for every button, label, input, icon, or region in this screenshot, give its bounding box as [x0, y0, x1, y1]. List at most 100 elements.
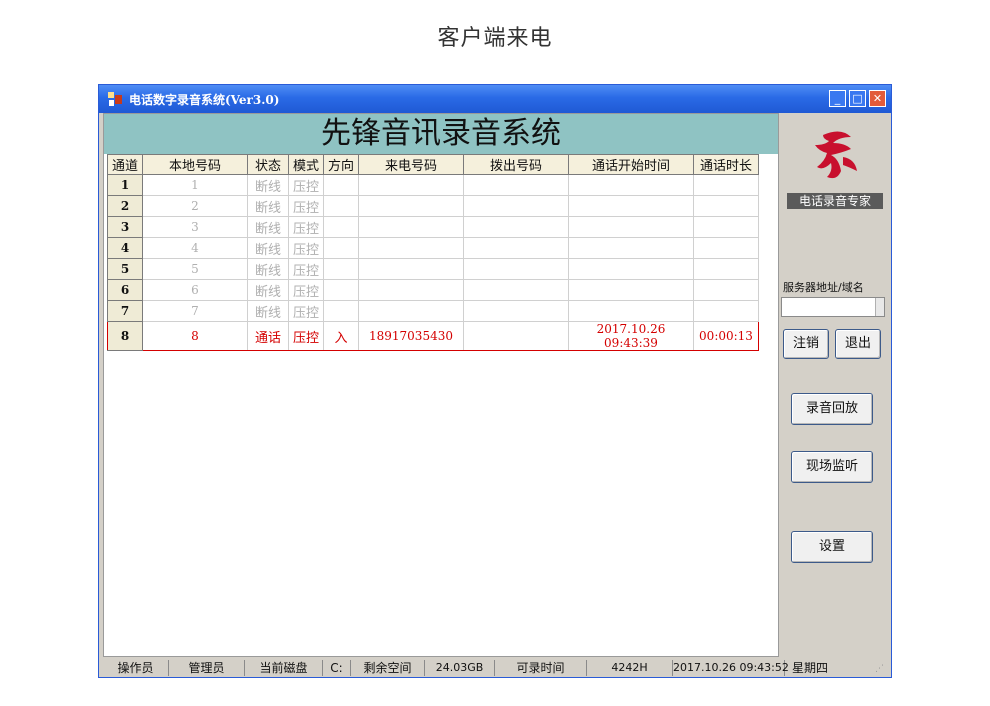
window-title: 电话数字录音系统(Ver3.0) [129, 93, 280, 107]
row-channel: 8 [107, 321, 143, 351]
operator-label: 操作员 [103, 660, 169, 676]
server-address-spinner[interactable] [875, 298, 884, 316]
row-call-duration [693, 216, 759, 238]
table-row[interactable]: 5 5 断线 压控 [107, 258, 759, 280]
row-call-duration [693, 279, 759, 301]
resize-grip-icon[interactable]: ⋰ [875, 663, 887, 675]
header-local-number[interactable]: 本地号码 [142, 154, 248, 175]
brand-label: 电话录音专家 [787, 193, 883, 209]
row-incoming-number [358, 216, 464, 238]
system-banner: 先锋音讯录音系统 [104, 114, 778, 154]
table-row[interactable]: 8 8 通话 压控入 18917035430 2017.10.26 09:43:39 00:… [107, 321, 759, 351]
server-address-input[interactable] [781, 297, 885, 317]
recordable-time-value: 4242H [587, 660, 673, 676]
side-panel: 电话录音专家 服务器地址/域名 注销 退出 录音回放 现场监听 设置 [781, 113, 889, 657]
header-direction[interactable]: 方向 [323, 154, 359, 175]
row-direction [323, 300, 359, 322]
header-call-duration[interactable]: 通话时长 [693, 154, 759, 175]
row-channel: 7 [107, 300, 143, 322]
free-space-label: 剩余空间 [351, 660, 425, 676]
row-call-start-time [568, 258, 694, 280]
header-outgoing-number[interactable]: 拨出号码 [463, 154, 569, 175]
header-incoming-number[interactable]: 来电号码 [358, 154, 464, 175]
row-outgoing-number [463, 300, 569, 322]
close-button[interactable]: ✕ [869, 90, 886, 107]
row-outgoing-number [463, 237, 569, 259]
row-call-start-time [568, 237, 694, 259]
header-status[interactable]: 状态 [247, 154, 289, 175]
row-direction [323, 195, 359, 217]
row-local-number: 3 [142, 216, 248, 238]
row-channel: 3 [107, 216, 143, 238]
row-status: 断线 [247, 237, 289, 259]
row-outgoing-number [463, 195, 569, 217]
row-outgoing-number [463, 216, 569, 238]
row-mode: 压控 [288, 321, 324, 351]
row-call-start-time [568, 300, 694, 322]
row-local-number: 6 [142, 279, 248, 301]
row-local-number: 5 [142, 258, 248, 280]
channel-table: 通道 本地号码 状态 模式 方向 来电号码 拨出号码 通话开始时间 通话时长 1… [107, 154, 759, 351]
row-call-duration [693, 174, 759, 196]
status-bar: 操作员 管理员 当前磁盘 C: 剩余空间 24.03GB 可录时间 4242H … [103, 659, 889, 677]
row-mode: 压控 [288, 237, 324, 259]
table-row[interactable]: 1 1 断线 压控 [107, 174, 759, 196]
app-window: 电话数字录音系统(Ver3.0) _ □ ✕ 先锋音讯录音系统 通道 本地号码 … [98, 84, 892, 678]
status-datetime: 2017.10.26 09:43:52 [673, 660, 789, 676]
row-channel: 5 [107, 258, 143, 280]
free-space-value: 24.03GB [425, 660, 495, 676]
row-mode: 压控 [288, 174, 324, 196]
operator-value: 管理员 [169, 660, 245, 676]
row-channel: 2 [107, 195, 143, 217]
row-mode: 压控 [288, 195, 324, 217]
title-bar[interactable]: 电话数字录音系统(Ver3.0) _ □ ✕ [99, 85, 891, 113]
row-incoming-number [358, 300, 464, 322]
row-status: 断线 [247, 279, 289, 301]
row-outgoing-number [463, 279, 569, 301]
row-local-number: 7 [142, 300, 248, 322]
row-mode: 压控 [288, 216, 324, 238]
row-call-start-time [568, 216, 694, 238]
row-channel: 4 [107, 237, 143, 259]
row-mode: 压控 [288, 279, 324, 301]
row-direction [323, 279, 359, 301]
row-call-duration [693, 300, 759, 322]
row-channel: 1 [107, 174, 143, 196]
app-icon [108, 92, 122, 106]
minimize-button[interactable]: _ [829, 90, 846, 107]
settings-button[interactable]: 设置 [791, 531, 873, 563]
header-channel[interactable]: 通道 [107, 154, 143, 175]
exit-button[interactable]: 退出 [835, 329, 881, 359]
table-row[interactable]: 6 6 断线 压控 [107, 279, 759, 301]
row-call-duration [693, 258, 759, 280]
row-outgoing-number [463, 321, 569, 351]
row-local-number: 1 [142, 174, 248, 196]
live-monitor-button[interactable]: 现场监听 [791, 451, 873, 483]
disk-value: C: [323, 660, 351, 676]
row-status: 通话 [247, 321, 289, 351]
row-mode: 压控 [288, 258, 324, 280]
row-call-duration: 00:00:13 [693, 321, 759, 351]
row-incoming-number [358, 174, 464, 196]
row-status: 断线 [247, 300, 289, 322]
status-weekday: 星期四 [791, 661, 828, 675]
playback-button[interactable]: 录音回放 [791, 393, 873, 425]
row-direction [323, 258, 359, 280]
maximize-button[interactable]: □ [849, 90, 866, 107]
row-call-duration [693, 195, 759, 217]
row-channel: 6 [107, 279, 143, 301]
header-call-start-time[interactable]: 通话开始时间 [568, 154, 694, 175]
table-row[interactable]: 4 4 断线 压控 [107, 237, 759, 259]
page-caption: 客户端来电 [437, 26, 553, 51]
table-row[interactable]: 2 2 断线 压控 [107, 195, 759, 217]
red-calligraphy-logo-icon [815, 131, 857, 179]
logout-button[interactable]: 注销 [783, 329, 829, 359]
channel-panel: 先锋音讯录音系统 通道 本地号码 状态 模式 方向 来电号码 拨出号码 通话开始… [103, 113, 779, 657]
server-address-label: 服务器地址/域名 [783, 281, 864, 294]
table-row[interactable]: 3 3 断线 压控 [107, 216, 759, 238]
header-mode[interactable]: 模式 [288, 154, 324, 175]
table-row[interactable]: 7 7 断线 压控 [107, 300, 759, 322]
row-direction [323, 174, 359, 196]
row-call-start-time [568, 195, 694, 217]
row-status: 断线 [247, 258, 289, 280]
